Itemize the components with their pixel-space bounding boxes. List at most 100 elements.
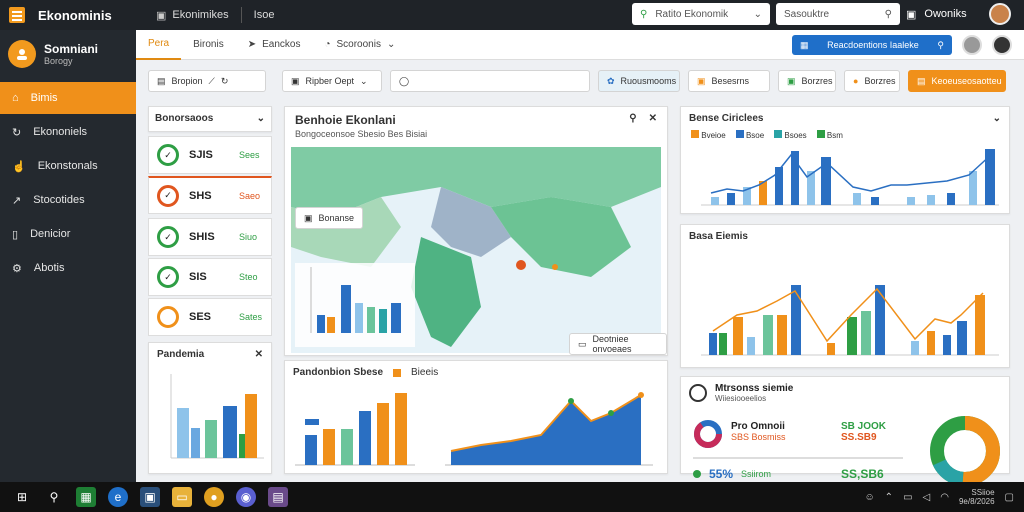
button-label: Bonanse [318, 213, 355, 223]
map-marker[interactable] [516, 260, 526, 270]
chart-legend: Bveioe Bsoe Bsoes Bsm [681, 130, 1009, 140]
map-mini-bar-chart [295, 263, 415, 347]
document-icon: ▤ [157, 75, 166, 86]
kpi-sub: Siuo [239, 232, 258, 242]
bar [391, 303, 401, 333]
spreadsheet-icon[interactable]: ▦ [76, 487, 96, 507]
kpi-value: SIS [189, 271, 207, 283]
check-icon: ✓ [157, 184, 179, 207]
kpi-card-3[interactable]: ✓ SHIS Siuo [148, 218, 272, 256]
arrow-icon: ↗ [12, 194, 22, 207]
row1-sub: SBS Bosmiss [731, 432, 786, 442]
app-link[interactable]: Isoe [254, 9, 275, 21]
app-icon[interactable]: ◉ [236, 487, 256, 507]
search-icon[interactable]: ⚲ [44, 487, 64, 507]
data-point [638, 392, 644, 398]
bar [379, 309, 387, 333]
boards-button[interactable]: ▣ Borzres [778, 70, 836, 92]
folder-icon[interactable]: ▭ [172, 487, 192, 507]
kpi-value: SJIS [189, 149, 213, 161]
search-input[interactable]: Sasouktre ⚲ [776, 3, 900, 25]
tab-bironis[interactable]: Bironis [181, 30, 236, 60]
search-icon[interactable]: ⚲ [629, 113, 636, 127]
explorer-icon[interactable]: ▣ [140, 487, 160, 507]
sidebar-item-label: Ekonstonals [37, 160, 98, 172]
legend-icon: ▭ [578, 338, 587, 349]
battery-icon[interactable]: ▭ [903, 492, 912, 503]
magnifier-icon: ⚲ [884, 8, 892, 20]
user-menu[interactable]: ▣ Owoniks [906, 3, 1011, 25]
sidebar-item-economics[interactable]: ↻ Ekononiels [0, 116, 136, 148]
sidebar-item-directory[interactable]: ▯ Denicior [0, 218, 136, 250]
start-icon[interactable]: ⊞ [12, 487, 32, 507]
row2-value: SS,SB6 [841, 467, 884, 481]
kpi-sub: Sees [239, 150, 260, 160]
kpi-card-1[interactable]: ✓ SJIS Sees [148, 136, 272, 174]
clock[interactable]: SSiioe 9e/8/2026 [959, 488, 995, 506]
bar [323, 429, 335, 465]
kpi-card-4[interactable]: ✓ SIS Steo [148, 258, 272, 296]
active-app-icon[interactable]: ▤ [268, 487, 288, 507]
bar [359, 411, 371, 465]
sidebar-item-economic-stats[interactable]: ☝ Ekonstonals [0, 150, 136, 182]
map-panel: Benhoie Ekonlani ⚲ ✕ Bongoceonsoe Sbesio … [284, 106, 668, 356]
button-label: Keoeuseosaotteu [931, 76, 1002, 86]
close-icon[interactable]: ✕ [649, 113, 657, 127]
folder-icon: ▣ [697, 75, 706, 86]
sidebar-item-stocks[interactable]: ↗ Stocotides [0, 184, 136, 216]
tab-bar: Pera Bironis ➤ Eanckos ◔ Scoroonis ⌄ ▦ Reac… [136, 30, 1024, 60]
bar [177, 408, 189, 458]
search-icon: ◯ [399, 75, 410, 86]
browser-icon[interactable]: e [108, 487, 128, 507]
avatar[interactable] [988, 3, 1011, 25]
pandemic-bar-chart [170, 374, 264, 459]
boards2-button[interactable]: ● Borzres [844, 70, 900, 92]
bar [191, 428, 200, 458]
window-icon[interactable]: ▣ [156, 9, 166, 22]
bar [317, 315, 325, 333]
reports-button[interactable]: ▣ Besesrns [688, 70, 770, 92]
brand-title: Somniani [44, 42, 99, 56]
sidebar-item-about[interactable]: ⚙ Abotis [0, 252, 136, 284]
sources-button[interactable]: ✿ Ruousmooms [598, 70, 680, 92]
bar [341, 285, 351, 333]
map-legend-button[interactable]: ▭ Deotniee onvoeaes [569, 333, 667, 355]
tab-scoroonis[interactable]: ◔ Scoroonis ⌄ [312, 30, 407, 60]
export-button[interactable]: ▤ Keoeuseosaotteu [908, 70, 1006, 92]
people-icon[interactable]: ☺ [864, 492, 874, 503]
legend-item: Bsm [816, 130, 843, 140]
chrome-icon[interactable]: ● [204, 487, 224, 507]
tab-label: Pera [148, 38, 170, 49]
panel-title: Bense Ciriclees [689, 113, 764, 124]
chevron-down-icon[interactable]: ⌄ [257, 113, 265, 124]
chevron-down-icon[interactable]: ⌄ [993, 113, 1001, 124]
search-box[interactable]: ⚲ Ratito Ekonomik ⌄ [632, 3, 770, 25]
kpi-card-5[interactable]: SES Sates [148, 298, 272, 336]
volume-icon[interactable]: ◁ [923, 492, 931, 503]
dropdown-button[interactable]: ▤ Bropion ⟋ ↻ [148, 70, 266, 92]
search-value: Ratito Ekonomik [655, 8, 729, 20]
wifi-icon[interactable]: ◠ [940, 492, 949, 503]
map-marker[interactable] [552, 264, 558, 270]
network-icon[interactable]: ⌃ [885, 492, 893, 503]
legend-item: Bsoe [735, 130, 764, 140]
taskbar: ⊞ ⚲ ▦ e ▣ ▭ ● ◉ ▤ ☺ ⌃ ▭ ◁ ◠ SSiioe 9e/8/… [0, 482, 1024, 512]
profile-avatar[interactable] [992, 35, 1012, 55]
sidebar-item-label: Bimis [30, 92, 58, 104]
tab-eanckos[interactable]: ➤ Eanckos [236, 30, 313, 60]
report-dropdown[interactable]: ▣ Ripber Oept ⌄ [282, 70, 382, 92]
recommendations-button[interactable]: ▦ Reacdoentions Iaaleke ⚲ [792, 35, 952, 55]
notification-icon[interactable]: ▢ [1005, 492, 1014, 503]
user-icon[interactable] [962, 35, 982, 55]
sidebar-item-home[interactable]: ⌂ Bimis [0, 82, 136, 114]
map-filter-button[interactable]: ▣ Bonanse [295, 207, 364, 229]
kpi-card-2[interactable]: ✓ SHS Saeo [148, 176, 272, 214]
app-subtitle[interactable]: Ekonimikes [172, 9, 228, 21]
search-filter[interactable]: ◯ Saomra Aosne [390, 70, 590, 92]
button-label: Borzres [801, 76, 833, 86]
legend-item: Bsoes [774, 130, 807, 140]
tab-pera[interactable]: Pera [136, 30, 182, 60]
kpi-value: SHS [189, 189, 212, 202]
close-icon[interactable]: ✕ [255, 349, 263, 360]
screen-icon[interactable]: ▣ [906, 8, 916, 21]
